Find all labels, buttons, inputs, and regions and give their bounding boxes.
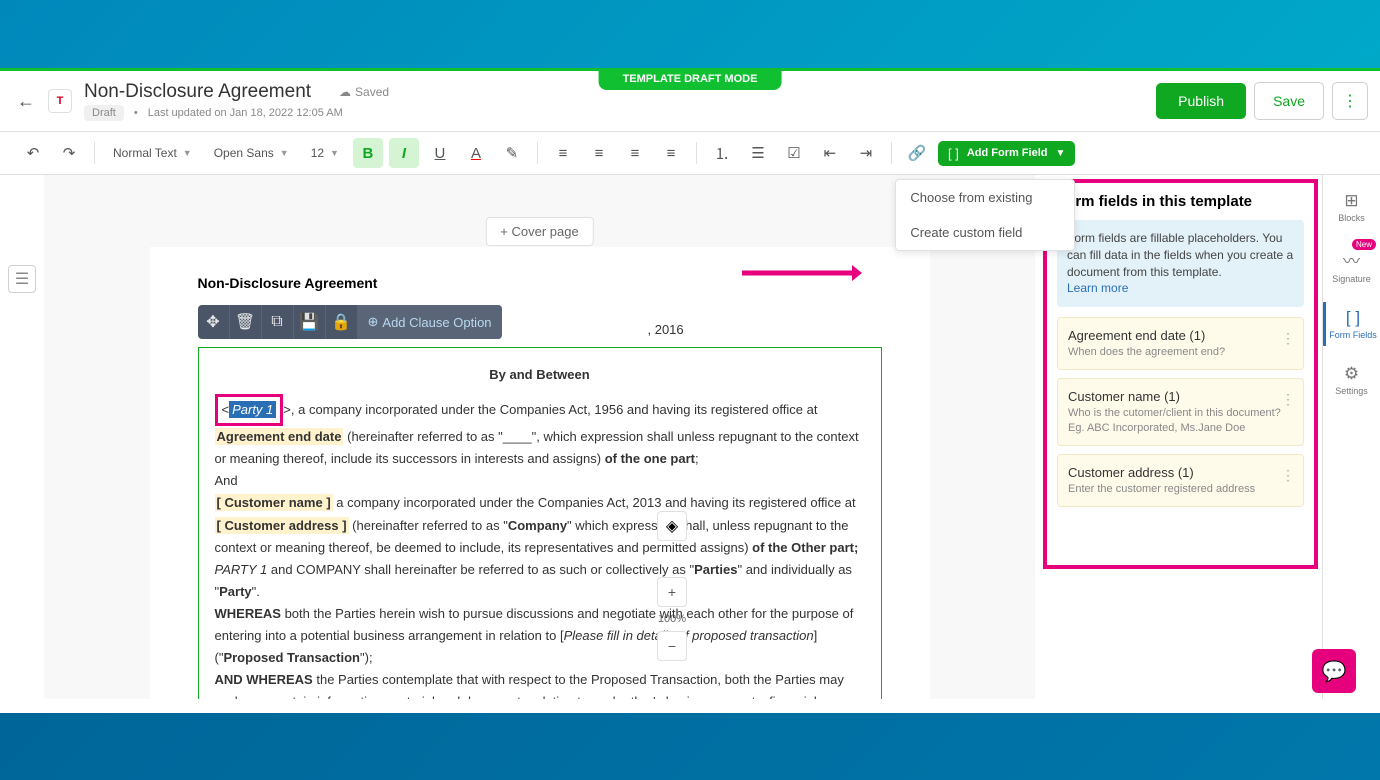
- formatting-toolbar: ↶ ↷ Normal Text▼ Open Sans▼ 12▼ B I U A …: [0, 132, 1380, 175]
- app-frame: TEMPLATE DRAFT MODE ← T Non-Disclosure A…: [0, 68, 1380, 713]
- erase-button[interactable]: ◈: [657, 511, 687, 541]
- bottom-banner: [0, 713, 1380, 780]
- left-rail: ☰: [0, 175, 44, 699]
- top-banner: [0, 0, 1380, 68]
- document-title[interactable]: Non-Disclosure Agreement: [84, 81, 311, 103]
- blocks-tab[interactable]: ⊞ Blocks: [1323, 185, 1380, 229]
- copy-clause-button[interactable]: ⧉: [262, 305, 294, 339]
- bullet-list-button[interactable]: ☰: [743, 138, 773, 168]
- editor-area: + Cover page Non-Disclosure Agreement ✥ …: [44, 175, 1035, 699]
- move-handle[interactable]: ✥: [198, 305, 230, 339]
- add-clause-option-button[interactable]: ⊕Add Clause Option: [358, 305, 502, 339]
- save-button[interactable]: Save: [1254, 82, 1324, 120]
- field-menu-button[interactable]: ⋮: [1281, 467, 1295, 484]
- back-button[interactable]: ←: [12, 87, 40, 115]
- more-menu-button[interactable]: ⋮: [1332, 82, 1368, 120]
- checklist-button[interactable]: ☑: [779, 138, 809, 168]
- field-card[interactable]: Customer name (1) Who is the cutomer/cli…: [1057, 378, 1304, 446]
- cloud-icon: ☁: [339, 85, 351, 99]
- paragraph-style-select[interactable]: Normal Text▼: [105, 142, 200, 164]
- last-updated: Last updated on Jan 18, 2022 12:05 AM: [148, 107, 343, 119]
- align-left-button[interactable]: ≡: [548, 138, 578, 168]
- zoom-in-button[interactable]: +: [657, 577, 687, 607]
- align-right-button[interactable]: ≡: [620, 138, 650, 168]
- plus-icon: ⊕: [368, 314, 379, 330]
- date-fragment: , 2016: [648, 322, 684, 337]
- delete-clause-button[interactable]: 🗑: [230, 305, 262, 339]
- content-row: ☰ + Cover page Non-Disclosure Agreement …: [0, 175, 1380, 699]
- settings-tab[interactable]: ⚙ Settings: [1323, 358, 1380, 402]
- justify-button[interactable]: ≡: [656, 138, 686, 168]
- form-field-dropdown: Choose from existing Create custom field: [895, 179, 1075, 251]
- text-color-button[interactable]: A: [461, 138, 491, 168]
- save-clause-button[interactable]: 💾: [294, 305, 326, 339]
- arrow-callout: [742, 263, 862, 283]
- link-button[interactable]: 🔗: [902, 138, 932, 168]
- redo-button[interactable]: ↷: [54, 138, 84, 168]
- clause-body[interactable]: By and Between <Party 1>, a company inco…: [198, 347, 882, 699]
- party1-highlight[interactable]: <Party 1: [215, 394, 284, 426]
- template-icon: T: [48, 89, 72, 113]
- lock-clause-button[interactable]: 🔒: [326, 305, 358, 339]
- font-family-select[interactable]: Open Sans▼: [206, 142, 297, 164]
- numbered-list-button[interactable]: ⒈: [707, 138, 737, 168]
- chevron-down-icon: ▼: [1055, 148, 1065, 159]
- saved-indicator: ☁ Saved: [339, 85, 389, 99]
- field-card[interactable]: Customer address (1) Enter the customer …: [1057, 454, 1304, 507]
- field-customer-name[interactable]: [ Customer name ]: [215, 494, 333, 511]
- bold-button[interactable]: B: [353, 138, 383, 168]
- field-customer-address[interactable]: [ Customer address ]: [215, 517, 349, 534]
- publish-button[interactable]: Publish: [1156, 83, 1246, 119]
- signature-tab[interactable]: New 〰 Signature: [1323, 241, 1380, 290]
- chat-button[interactable]: 💬: [1312, 649, 1356, 693]
- italic-button[interactable]: I: [389, 138, 419, 168]
- cover-page-button[interactable]: + Cover page: [485, 217, 593, 246]
- outline-toggle[interactable]: ☰: [8, 265, 36, 293]
- document-page[interactable]: Non-Disclosure Agreement ✥ 🗑 ⧉ 💾 🔒 ⊕Add …: [150, 247, 930, 699]
- form-fields-panel: Form fields in this template Form fields…: [1043, 179, 1318, 569]
- zoom-out-button[interactable]: −: [657, 631, 687, 661]
- panel-title: Form fields in this template: [1057, 193, 1304, 210]
- form-fields-tab[interactable]: [ ] Form Fields: [1323, 302, 1380, 346]
- zoom-controls: + 100% −: [657, 577, 687, 661]
- learn-more-link[interactable]: Learn more: [1067, 280, 1294, 297]
- choose-existing-option[interactable]: Choose from existing: [896, 180, 1074, 215]
- highlight-button[interactable]: ✎: [497, 138, 527, 168]
- add-form-field-button[interactable]: [ ] Add Form Field ▼ Choose from existin…: [938, 141, 1075, 166]
- brackets-icon: [ ]: [948, 146, 959, 161]
- new-badge: New: [1352, 239, 1376, 250]
- puzzle-icon: ⊞: [1344, 191, 1358, 211]
- undo-button[interactable]: ↶: [18, 138, 48, 168]
- draft-chip: Draft: [84, 105, 124, 121]
- field-agreement-end-date[interactable]: Agreement end date: [215, 428, 344, 445]
- underline-button[interactable]: U: [425, 138, 455, 168]
- mode-badge: TEMPLATE DRAFT MODE: [599, 68, 782, 90]
- gear-icon: ⚙: [1344, 364, 1359, 384]
- font-size-select[interactable]: 12▼: [303, 142, 347, 164]
- create-custom-option[interactable]: Create custom field: [896, 215, 1074, 250]
- indent-increase-button[interactable]: ⇥: [851, 138, 881, 168]
- by-and-between: By and Between: [215, 364, 865, 386]
- field-menu-button[interactable]: ⋮: [1281, 391, 1295, 408]
- signature-icon: 〰: [1343, 247, 1360, 272]
- clause-toolbar: ✥ 🗑 ⧉ 💾 🔒 ⊕Add Clause Option: [198, 305, 502, 339]
- field-card[interactable]: Agreement end date (1) When does the agr…: [1057, 317, 1304, 370]
- panel-info: Form fields are fillable placeholders. Y…: [1057, 220, 1304, 307]
- brackets-icon: [ ]: [1346, 308, 1360, 328]
- align-center-button[interactable]: ≡: [584, 138, 614, 168]
- right-rail: ⊞ Blocks New 〰 Signature [ ] Form Fields…: [1322, 175, 1380, 699]
- zoom-value: 100%: [658, 613, 686, 625]
- indent-decrease-button[interactable]: ⇤: [815, 138, 845, 168]
- field-menu-button[interactable]: ⋮: [1281, 330, 1295, 347]
